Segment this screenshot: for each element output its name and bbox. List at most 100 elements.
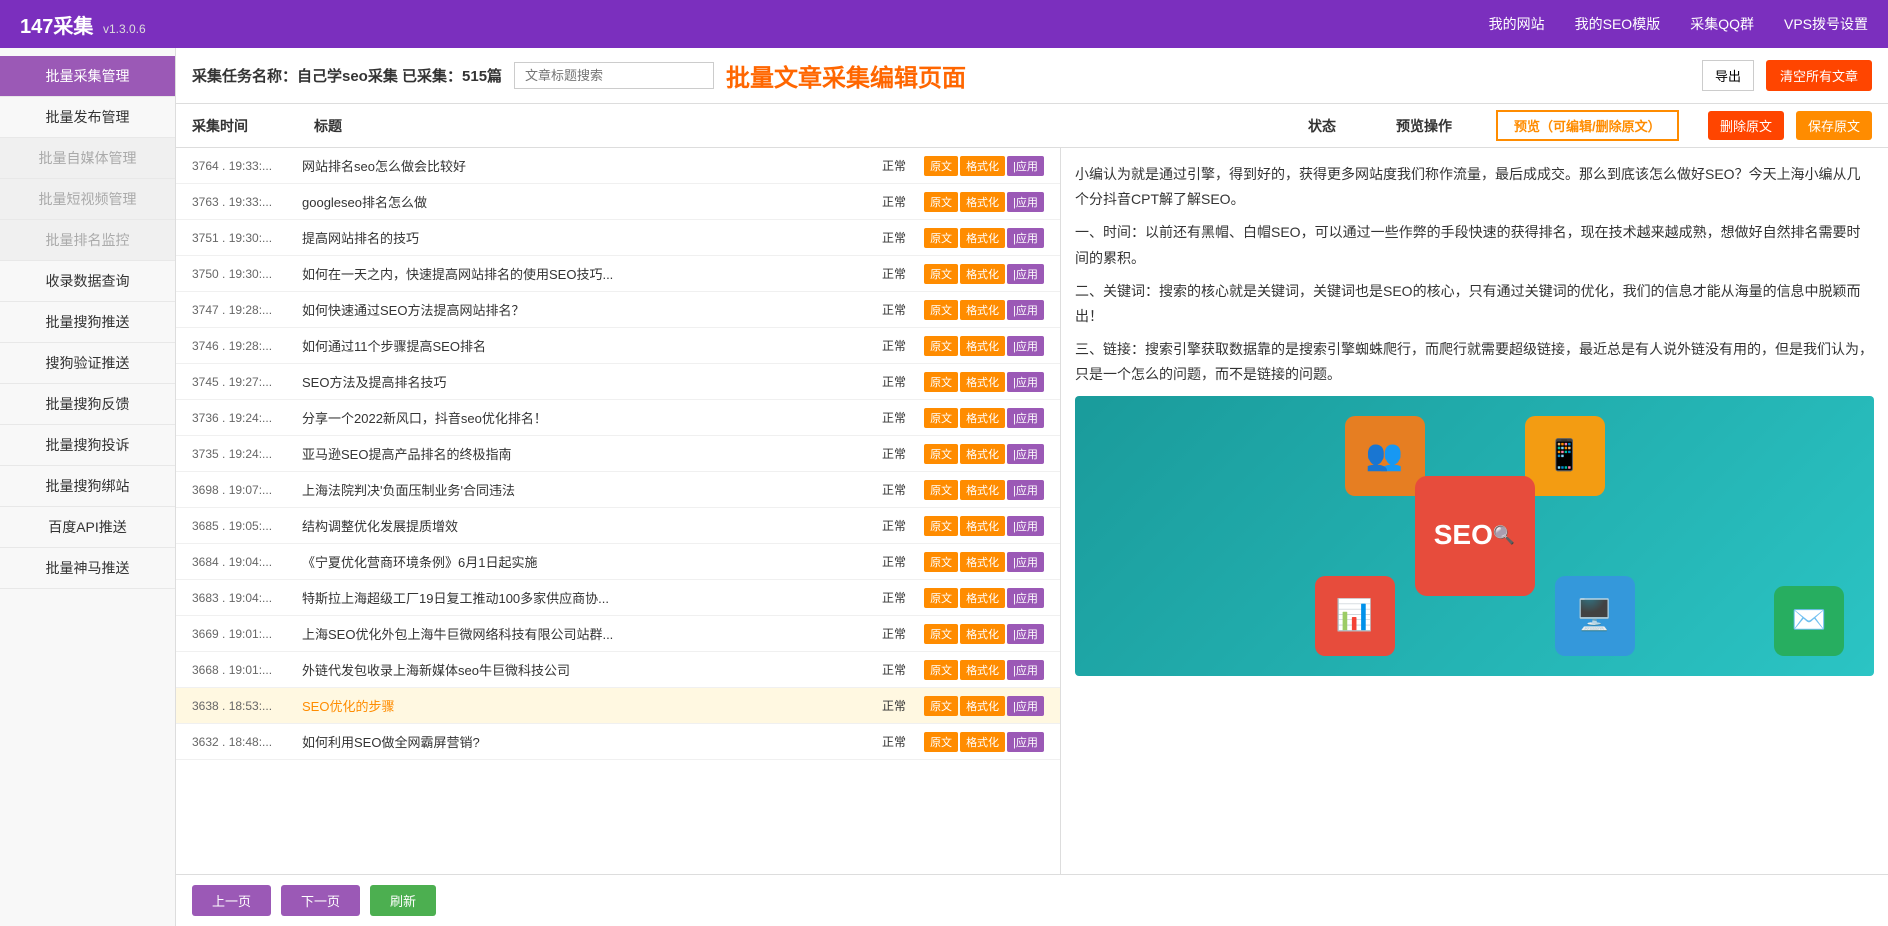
btn-orig-12[interactable]: 原文 [924, 588, 958, 608]
clear-all-button[interactable]: 清空所有文章 [1766, 60, 1872, 91]
preview-area[interactable]: 小编认为就是通过引擎，得到好的，获得更多网站度我们称作流量，最后成成交。那么到底… [1061, 148, 1888, 874]
preview-paragraph: 三、链接：搜索引擎获取数据靠的是搜索引擎蜘蛛爬行，而爬行就需要超级链接，最近总是… [1075, 337, 1874, 387]
nav-seo-template[interactable]: 我的SEO模版 [1575, 14, 1661, 34]
sidebar-item-batch-publish[interactable]: 批量发布管理 [0, 97, 175, 138]
btn-orig-11[interactable]: 原文 [924, 552, 958, 572]
btn-fmt-15[interactable]: 格式化 [960, 696, 1005, 716]
btn-apply-9[interactable]: |应用 [1007, 480, 1044, 500]
btn-apply-12[interactable]: |应用 [1007, 588, 1044, 608]
table-row[interactable]: 3669 . 19:01:... 上海SEO优化外包上海牛巨微网络科技有限公司站… [176, 616, 1060, 652]
btn-apply-2[interactable]: |应用 [1007, 228, 1044, 248]
sidebar-item-batch-rank[interactable]: 批量排名监控 [0, 220, 175, 261]
btn-apply-3[interactable]: |应用 [1007, 264, 1044, 284]
table-row[interactable]: 3764 . 19:33:... 网站排名seo怎么做会比较好 正常 原文 格式… [176, 148, 1060, 184]
sidebar-item-inclusion-query[interactable]: 收录数据查询 [0, 261, 175, 302]
export-button[interactable]: 导出 [1702, 60, 1754, 91]
btn-orig-2[interactable]: 原文 [924, 228, 958, 248]
nav-vps-settings[interactable]: VPS拨号设置 [1784, 14, 1868, 34]
btn-orig-14[interactable]: 原文 [924, 660, 958, 680]
btn-apply-13[interactable]: |应用 [1007, 624, 1044, 644]
btn-fmt-2[interactable]: 格式化 [960, 228, 1005, 248]
table-row[interactable]: 3668 . 19:01:... 外链代发包收录上海新媒体seo牛巨微科技公司 … [176, 652, 1060, 688]
btn-apply-15[interactable]: |应用 [1007, 696, 1044, 716]
btn-apply-16[interactable]: |应用 [1007, 732, 1044, 752]
sidebar-item-sogou-bind[interactable]: 批量搜狗绑站 [0, 466, 175, 507]
btn-orig-0[interactable]: 原文 [924, 156, 958, 176]
table-row[interactable]: 3638 . 18:53:... SEO优化的步骤 正常 原文 格式化 |应用 [176, 688, 1060, 724]
btn-fmt-14[interactable]: 格式化 [960, 660, 1005, 680]
btn-orig-10[interactable]: 原文 [924, 516, 958, 536]
pagination: 上一页 下一页 刷新 [176, 874, 1888, 926]
table-row[interactable]: 3751 . 19:30:... 提高网站排名的技巧 正常 原文 格式化 |应用 [176, 220, 1060, 256]
nav-my-site[interactable]: 我的网站 [1489, 14, 1545, 34]
btn-fmt-7[interactable]: 格式化 [960, 408, 1005, 428]
btn-orig-7[interactable]: 原文 [924, 408, 958, 428]
table-row[interactable]: 3750 . 19:30:... 如何在一天之内，快速提高网站排名的使用SEO技… [176, 256, 1060, 292]
search-input[interactable] [514, 62, 714, 89]
btn-orig-4[interactable]: 原文 [924, 300, 958, 320]
btn-apply-6[interactable]: |应用 [1007, 372, 1044, 392]
btn-fmt-10[interactable]: 格式化 [960, 516, 1005, 536]
btn-fmt-12[interactable]: 格式化 [960, 588, 1005, 608]
table-row[interactable]: 3746 . 19:28:... 如何通过11个步骤提高SEO排名 正常 原文 … [176, 328, 1060, 364]
btn-apply-14[interactable]: |应用 [1007, 660, 1044, 680]
delete-orig-button[interactable]: 删除原文 [1708, 111, 1784, 140]
sidebar-item-sogou-verify[interactable]: 搜狗验证推送 [0, 343, 175, 384]
btn-fmt-11[interactable]: 格式化 [960, 552, 1005, 572]
table-row[interactable]: 3763 . 19:33:... googleseo排名怎么做 正常 原文 格式… [176, 184, 1060, 220]
btn-apply-1[interactable]: |应用 [1007, 192, 1044, 212]
table-row[interactable]: 3747 . 19:28:... 如何快速通过SEO方法提高网站排名？ 正常 原… [176, 292, 1060, 328]
btn-fmt-0[interactable]: 格式化 [960, 156, 1005, 176]
btn-fmt-13[interactable]: 格式化 [960, 624, 1005, 644]
row-title: 如何快速通过SEO方法提高网站排名？ [302, 300, 864, 319]
table-row[interactable]: 3685 . 19:05:... 结构调整优化发展提质增效 正常 原文 格式化 … [176, 508, 1060, 544]
btn-fmt-16[interactable]: 格式化 [960, 732, 1005, 752]
btn-orig-13[interactable]: 原文 [924, 624, 958, 644]
btn-orig-9[interactable]: 原文 [924, 480, 958, 500]
btn-orig-15[interactable]: 原文 [924, 696, 958, 716]
btn-orig-6[interactable]: 原文 [924, 372, 958, 392]
btn-orig-8[interactable]: 原文 [924, 444, 958, 464]
table-row[interactable]: 3698 . 19:07:... 上海法院判决'负面压制业务'合同违法 正常 原… [176, 472, 1060, 508]
btn-apply-11[interactable]: |应用 [1007, 552, 1044, 572]
btn-fmt-1[interactable]: 格式化 [960, 192, 1005, 212]
table-row[interactable]: 3684 . 19:04:... 《宁夏优化营商环境条例》6月1日起实施 正常 … [176, 544, 1060, 580]
hex-mail-icon: ✉️ [1774, 586, 1844, 656]
btn-orig-1[interactable]: 原文 [924, 192, 958, 212]
btn-orig-3[interactable]: 原文 [924, 264, 958, 284]
nav-qq-group[interactable]: 采集QQ群 [1690, 14, 1754, 34]
table-row[interactable]: 3735 . 19:24:... 亚马逊SEO提高产品排名的终极指南 正常 原文… [176, 436, 1060, 472]
table-row[interactable]: 3745 . 19:27:... SEO方法及提高排名技巧 正常 原文 格式化 … [176, 364, 1060, 400]
btn-apply-8[interactable]: |应用 [1007, 444, 1044, 464]
btn-apply-5[interactable]: |应用 [1007, 336, 1044, 356]
table-row[interactable]: 3736 . 19:24:... 分享一个2022新风口，抖音seo优化排名！ … [176, 400, 1060, 436]
btn-fmt-9[interactable]: 格式化 [960, 480, 1005, 500]
btn-apply-4[interactable]: |应用 [1007, 300, 1044, 320]
btn-fmt-4[interactable]: 格式化 [960, 300, 1005, 320]
preview-edit-button[interactable]: 预览（可编辑/删除原文） [1496, 110, 1679, 141]
btn-apply-7[interactable]: |应用 [1007, 408, 1044, 428]
row-action-buttons: 原文 格式化 |应用 [924, 660, 1044, 680]
sidebar-item-batch-media[interactable]: 批量自媒体管理 [0, 138, 175, 179]
sidebar-item-sogou-push[interactable]: 批量搜狗推送 [0, 302, 175, 343]
btn-orig-5[interactable]: 原文 [924, 336, 958, 356]
btn-fmt-6[interactable]: 格式化 [960, 372, 1005, 392]
refresh-button[interactable]: 刷新 [370, 885, 436, 916]
table-row[interactable]: 3632 . 18:48:... 如何利用SEO做全网霸屏营销? 正常 原文 格… [176, 724, 1060, 760]
sidebar-item-shenma-push[interactable]: 批量神马推送 [0, 548, 175, 589]
btn-fmt-5[interactable]: 格式化 [960, 336, 1005, 356]
save-orig-button[interactable]: 保存原文 [1796, 111, 1872, 140]
sidebar-item-sogou-complaint[interactable]: 批量搜狗投诉 [0, 425, 175, 466]
sidebar-item-baidu-api[interactable]: 百度API推送 [0, 507, 175, 548]
btn-orig-16[interactable]: 原文 [924, 732, 958, 752]
btn-fmt-8[interactable]: 格式化 [960, 444, 1005, 464]
sidebar-item-batch-collect[interactable]: 批量采集管理 [0, 56, 175, 97]
table-row[interactable]: 3683 . 19:04:... 特斯拉上海超级工厂19日复工推动100多家供应… [176, 580, 1060, 616]
sidebar-item-batch-video[interactable]: 批量短视频管理 [0, 179, 175, 220]
next-page-button[interactable]: 下一页 [281, 885, 360, 916]
btn-fmt-3[interactable]: 格式化 [960, 264, 1005, 284]
sidebar-item-sogou-feedback[interactable]: 批量搜狗反馈 [0, 384, 175, 425]
prev-page-button[interactable]: 上一页 [192, 885, 271, 916]
btn-apply-10[interactable]: |应用 [1007, 516, 1044, 536]
btn-apply-0[interactable]: |应用 [1007, 156, 1044, 176]
